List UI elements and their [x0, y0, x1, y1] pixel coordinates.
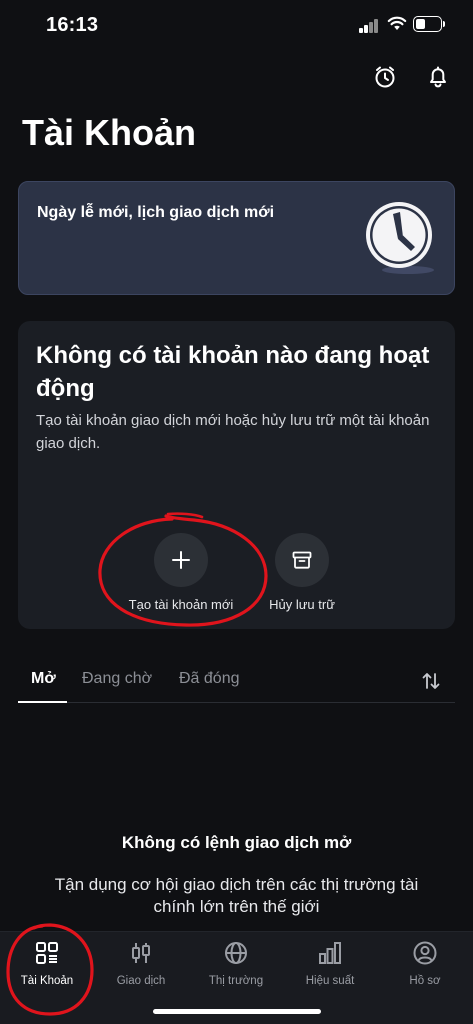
- tab-closed[interactable]: Đã đóng: [179, 670, 240, 688]
- unarchive-button[interactable]: Hủy lưu trữ: [237, 533, 367, 612]
- active-tab-indicator: [18, 701, 67, 703]
- create-account-circle[interactable]: [154, 533, 208, 587]
- unarchive-label: Hủy lưu trữ: [269, 597, 335, 612]
- wifi-icon: [387, 16, 407, 30]
- empty-orders-description: Tận dụng cơ hội giao dịch trên các thị t…: [54, 875, 419, 916]
- nav-label-profile: Hồ sơ: [409, 975, 441, 987]
- banner-text: Ngày lễ mới, lịch giao dịch mới: [37, 204, 275, 221]
- holiday-schedule-banner[interactable]: Ngày lễ mới, lịch giao dịch mới: [18, 181, 455, 295]
- grid-icon: [36, 942, 58, 964]
- alarm-clock-icon[interactable]: [370, 62, 400, 92]
- nav-label-trade: Giao dịch: [116, 975, 166, 987]
- create-account-label: Tạo tài khoản mới: [128, 597, 234, 612]
- battery-cap: [443, 21, 445, 27]
- bell-icon[interactable]: [423, 61, 453, 91]
- archive-icon: [292, 551, 312, 569]
- nav-label-accounts: Tài Khoản: [20, 975, 74, 987]
- nav-label-performance: Hiệu suất: [305, 975, 355, 987]
- bar-chart-icon: [319, 942, 341, 964]
- nav-item-trade[interactable]: Giao dịch: [94, 940, 188, 987]
- tab-pending[interactable]: Đang chờ: [82, 670, 152, 688]
- tabs-divider: [18, 702, 455, 703]
- empty-orders-title: Không có lệnh giao dịch mở: [121, 833, 352, 852]
- no-active-accounts-card: Không có tài khoản nào đang hoạt động Tạ…: [18, 321, 455, 629]
- no-accounts-title: Không có tài khoản nào đang hoạt động: [36, 342, 430, 402]
- no-accounts-description: Tạo tài khoản giao dịch mới hoặc hủy lưu…: [36, 412, 430, 452]
- candlestick-icon: [132, 943, 150, 963]
- nav-item-profile[interactable]: Hồ sơ: [378, 940, 472, 987]
- status-bar: 16:13: [0, 0, 473, 50]
- cellular-signal-icon: [359, 19, 379, 33]
- sort-icon[interactable]: [420, 670, 442, 692]
- unarchive-circle[interactable]: [275, 533, 329, 587]
- nav-item-markets[interactable]: Thị trường: [189, 940, 283, 987]
- tab-open[interactable]: Mở: [31, 670, 56, 688]
- clock-illustration-icon: [366, 202, 434, 274]
- page-title: Tài Khoản: [22, 112, 197, 153]
- battery-icon: [413, 16, 442, 32]
- status-time: 16:13: [46, 14, 99, 36]
- order-tabs: Mở Đang chờ Đã đóng: [18, 660, 455, 705]
- create-account-button[interactable]: Tạo tài khoản mới: [116, 533, 246, 612]
- profile-icon: [413, 941, 437, 965]
- nav-label-markets: Thị trường: [208, 975, 264, 987]
- account-screen: 16:13 Tài Khoản Ngày lễ mới, lịch giao d…: [0, 0, 473, 1024]
- globe-icon: [225, 942, 247, 964]
- nav-item-performance[interactable]: Hiệu suất: [283, 940, 377, 987]
- home-indicator: [153, 1009, 321, 1014]
- nav-item-accounts[interactable]: Tài Khoản: [0, 940, 94, 987]
- plus-icon: [172, 551, 190, 569]
